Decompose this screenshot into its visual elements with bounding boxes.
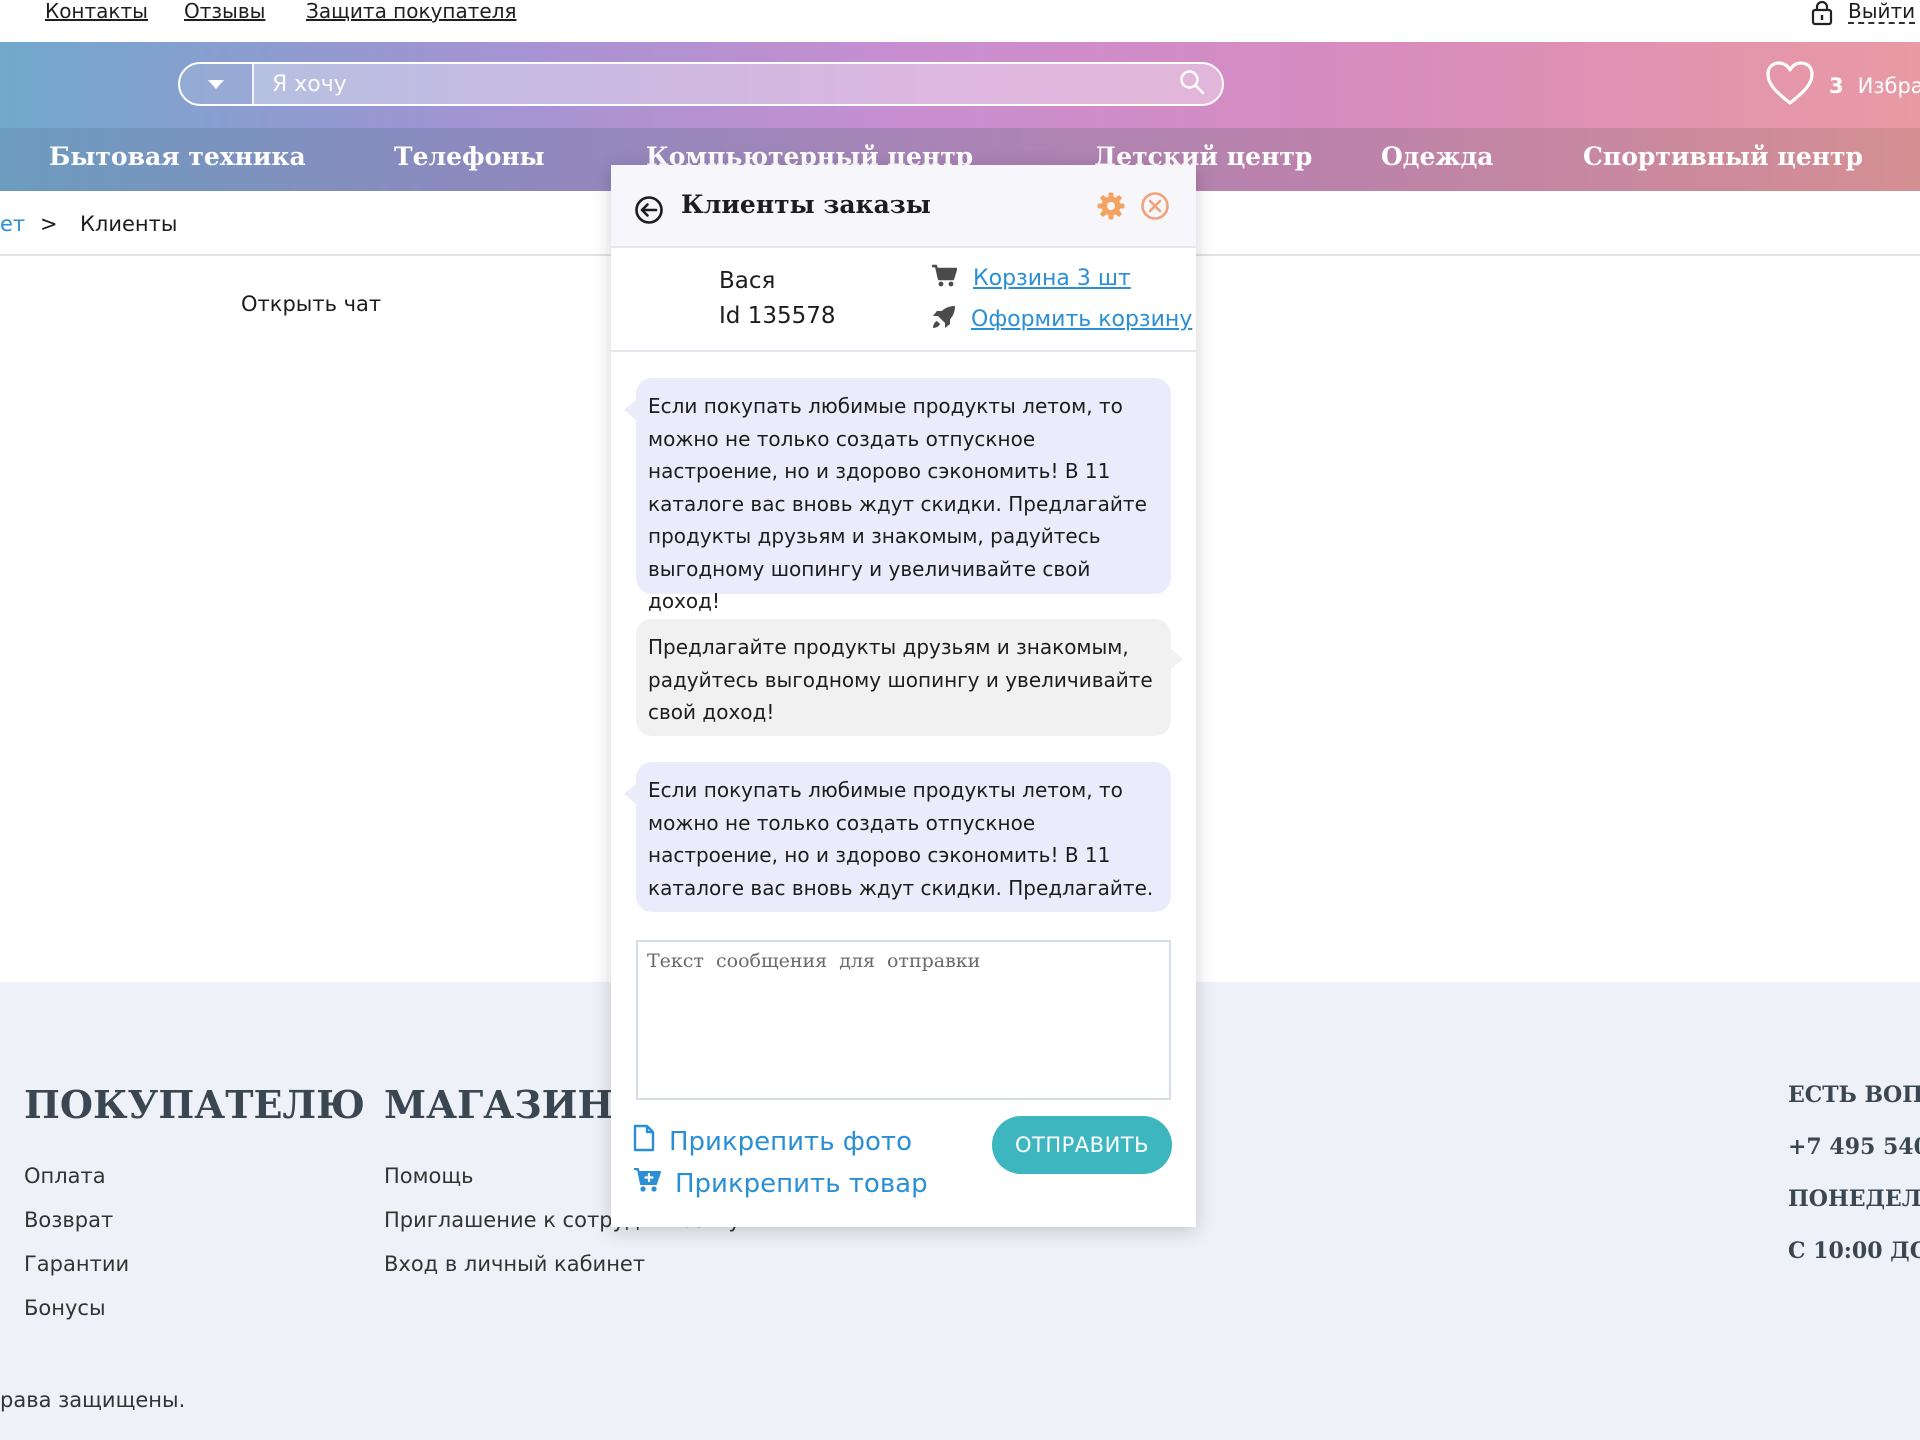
attach-product-label: Прикрепить товар	[675, 1168, 928, 1199]
gear-icon[interactable]	[1096, 191, 1126, 225]
chat-modal: Клиенты заказы Вася Id 135578 Корзина 3 …	[611, 165, 1196, 1227]
heart-icon	[1765, 60, 1815, 111]
back-icon[interactable]	[634, 195, 664, 229]
logout-label: Выйти	[1848, 0, 1916, 24]
header: 3 Избра	[0, 42, 1920, 128]
footer-question: ЕСТЬ ВОПР	[1788, 1082, 1920, 1108]
chat-header: Клиенты заказы	[611, 165, 1196, 248]
lock-icon	[1810, 0, 1834, 30]
chevron-down-icon	[207, 75, 225, 94]
reviews-link[interactable]: Отзывы	[184, 0, 265, 22]
attach-photo-button[interactable]: Прикрепить фото	[633, 1124, 912, 1159]
footer-shop-title: МАГАЗИНА	[384, 1082, 645, 1127]
chat-title: Клиенты заказы	[681, 190, 931, 219]
checkout-link[interactable]: Оформить корзину	[971, 307, 1192, 332]
send-button[interactable]: ОТПРАВИТЬ	[992, 1116, 1172, 1174]
cart-icon	[931, 264, 958, 292]
favorites-link[interactable]: 3 Избра	[1765, 60, 1920, 111]
category-sports[interactable]: Спортивный центр	[1583, 142, 1863, 171]
search-category-dropdown[interactable]	[180, 64, 254, 104]
category-phones[interactable]: Телефоны	[394, 142, 545, 171]
footer-link-return[interactable]: Возврат	[24, 1208, 113, 1232]
rocket-icon	[931, 304, 957, 334]
search-bar	[178, 62, 1224, 106]
footer-phone[interactable]: +7 495 540 8	[1788, 1134, 1920, 1160]
category-clothing[interactable]: Одежда	[1381, 142, 1493, 171]
footer-link-warranty[interactable]: Гарантии	[24, 1252, 129, 1276]
search-input[interactable]	[254, 64, 1162, 104]
client-id: Id 135578	[719, 303, 836, 329]
favorites-count: 3	[1829, 73, 1844, 98]
search-icon	[1179, 69, 1205, 99]
copyright: рава защищены.	[0, 1388, 186, 1412]
open-chat-link[interactable]: Открыть чат	[241, 292, 381, 316]
footer-link-payment[interactable]: Оплата	[24, 1164, 106, 1188]
footer-days: ПОНЕДЕЛЬ	[1788, 1186, 1920, 1212]
checkout-link-row: Оформить корзину	[931, 304, 1192, 334]
footer-link-help[interactable]: Помощь	[384, 1164, 474, 1188]
footer-buyer-title: ПОКУПАТЕЛЮ	[24, 1082, 365, 1127]
client-name: Вася	[719, 268, 776, 294]
top-bar: Контакты Отзывы Защита покупателя Выйти	[0, 0, 1920, 42]
footer-link-bonuses[interactable]: Бонусы	[24, 1296, 106, 1320]
cart-link[interactable]: Корзина 3 шт	[973, 266, 1131, 291]
logout-button[interactable]: Выйти	[1810, 0, 1916, 30]
breadcrumb-separator: >	[40, 212, 58, 236]
message-incoming: Если покупать любимые продукты летом, то…	[624, 378, 1171, 613]
search-button[interactable]	[1162, 64, 1222, 104]
client-info: Вася Id 135578 Корзина 3 шт Оформить кор…	[611, 248, 1196, 352]
category-appliances[interactable]: Бытовая техника	[49, 142, 306, 171]
breadcrumb-current: Клиенты	[80, 212, 178, 236]
footer-link-account[interactable]: Вход в личный кабинет	[384, 1252, 645, 1276]
buyer-protection-link[interactable]: Защита покупателя	[306, 0, 517, 22]
cart-link-row: Корзина 3 шт	[931, 264, 1131, 292]
message-input[interactable]	[636, 940, 1171, 1100]
breadcrumb-prev-link[interactable]: ет	[0, 212, 25, 236]
contacts-link[interactable]: Контакты	[45, 0, 148, 22]
message-incoming: Если покупать любимые продукты летом, то…	[624, 762, 1171, 912]
message-outgoing: Предлагайте продукты друзьям и знакомым,…	[636, 619, 1183, 736]
favorites-label: Избра	[1857, 73, 1920, 98]
attach-photo-label: Прикрепить фото	[669, 1126, 912, 1157]
close-icon[interactable]	[1140, 191, 1170, 225]
footer-hours: С 10:00 ДО 2	[1788, 1238, 1920, 1264]
file-icon	[633, 1124, 655, 1159]
attach-product-button[interactable]: Прикрепить товар	[633, 1167, 928, 1200]
cart-plus-icon	[633, 1167, 661, 1200]
